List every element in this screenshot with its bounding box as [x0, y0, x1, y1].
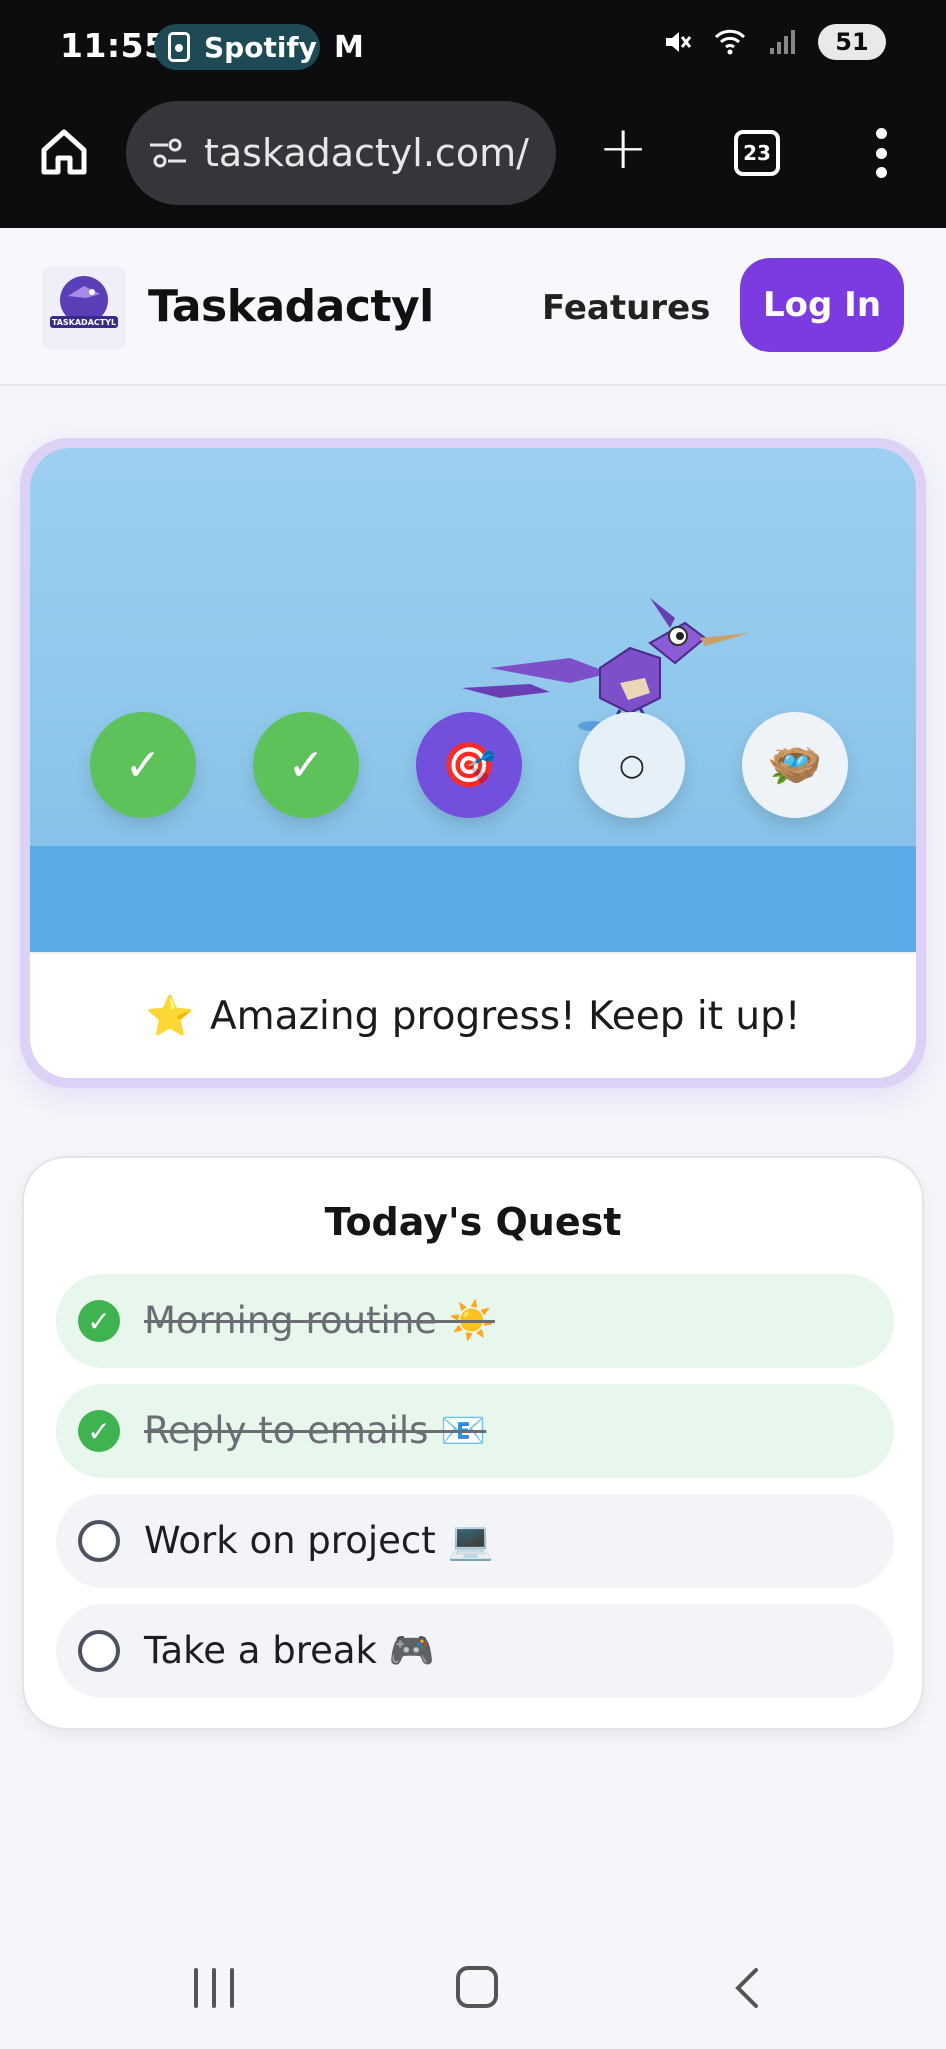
brand-name[interactable]: Taskadactyl — [148, 281, 434, 332]
unchecked-circle-icon[interactable] — [78, 1520, 120, 1562]
unchecked-circle-icon[interactable] — [78, 1630, 120, 1672]
quest-item[interactable]: Work on project 💻 — [56, 1494, 894, 1588]
nav-features-link[interactable]: Features — [542, 288, 710, 328]
address-bar[interactable]: taskadactyl.com/ — [126, 101, 556, 205]
home-button-icon[interactable] — [456, 1966, 498, 2008]
checked-icon[interactable]: ✓ — [78, 1410, 120, 1452]
quest-item-label: Morning routine ☀️ — [144, 1299, 495, 1342]
quest-item[interactable]: ✓ Morning routine ☀️ — [56, 1274, 894, 1368]
battery-indicator: 51 — [818, 24, 886, 60]
progress-message: ⭐ Amazing progress! Keep it up! — [30, 952, 916, 1078]
signal-icon — [770, 30, 795, 54]
wifi-icon — [714, 29, 746, 55]
quest-item[interactable]: Take a break 🎮 — [56, 1604, 894, 1698]
home-icon[interactable] — [36, 124, 92, 180]
mute-icon — [666, 32, 692, 52]
status-icons: 51 — [662, 24, 886, 60]
spotify-label: Spotify — [204, 30, 317, 64]
quest-item-label: Reply to emails 📧 — [144, 1409, 487, 1452]
login-button[interactable]: Log In — [740, 258, 904, 352]
status-time: 11:55 — [60, 26, 168, 65]
new-tab-button[interactable]: + — [598, 118, 648, 178]
quest-item[interactable]: ✓ Reply to emails 📧 — [56, 1384, 894, 1478]
url-text: taskadactyl.com/ — [204, 131, 529, 175]
target-icon: 🎯 — [416, 712, 522, 818]
quest-item-label: Take a break 🎮 — [144, 1629, 435, 1672]
checked-icon[interactable]: ✓ — [78, 1300, 120, 1342]
gmail-icon: M — [334, 30, 364, 65]
tab-switcher-button[interactable]: 23 — [734, 130, 780, 176]
system-nav-bar — [0, 1920, 946, 2049]
speaker-icon — [168, 32, 190, 62]
more-menu-icon[interactable] — [874, 128, 888, 178]
todays-quest-card: Today's Quest ✓ Morning routine ☀️ ✓ Rep… — [22, 1156, 924, 1730]
svg-text:TASKADACTYL: TASKADACTYL — [52, 318, 116, 327]
spotify-notification-pill[interactable]: Spotify — [154, 24, 320, 70]
progress-hero-card: ✓ ✓ 🎯 ○ 🪺 ⭐ Amazing progress! Keep it up… — [20, 438, 926, 1088]
browser-toolbar: taskadactyl.com/ + 23 — [0, 96, 946, 228]
nest-icon: 🪺 — [742, 712, 848, 818]
quest-title: Today's Quest — [324, 1200, 622, 1244]
progress-step-1: ✓ — [90, 712, 196, 818]
quest-item-label: Work on project 💻 — [144, 1519, 494, 1562]
site-settings-icon[interactable] — [148, 136, 188, 170]
progress-step-2: ✓ — [253, 712, 359, 818]
water-background — [30, 846, 916, 952]
back-icon[interactable] — [728, 1966, 768, 2010]
status-bar: 11:55 Spotify M 51 — [0, 0, 946, 96]
progress-step-4: ○ — [579, 712, 685, 818]
site-header: TASKADACTYL Taskadactyl Features Log In — [0, 228, 946, 386]
progress-message-text: Amazing progress! Keep it up! — [210, 993, 801, 1039]
taskadactyl-logo[interactable]: TASKADACTYL — [42, 266, 126, 350]
star-icon: ⭐ — [145, 994, 194, 1039]
recents-icon[interactable] — [194, 1968, 234, 2008]
